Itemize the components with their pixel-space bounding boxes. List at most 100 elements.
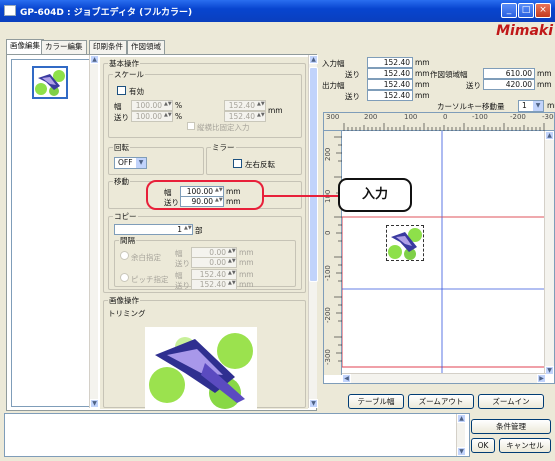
auto-width-unit: mm: [239, 248, 254, 257]
scale-title: スケール: [113, 69, 145, 80]
close-button[interactable]: ×: [535, 3, 551, 18]
ruler-tick-label: -300: [542, 113, 554, 121]
scroll-thumb[interactable]: [309, 67, 318, 282]
settings-scrollbar[interactable]: ▲ ▼: [308, 55, 318, 408]
zoom-in-button[interactable]: ズームイン: [478, 394, 544, 409]
scroll-right-arrow[interactable]: ▶: [537, 374, 546, 383]
scale-width-pct-input[interactable]: 100.00 ▲▼: [131, 100, 173, 111]
pitch-width-unit: mm: [239, 270, 254, 279]
scale-feed-pct-unit: %: [175, 112, 183, 121]
tab-image-edit[interactable]: 画像編集: [6, 39, 44, 54]
output-width-value: 152.40: [367, 79, 413, 90]
ruler-tick-label: -100: [324, 265, 332, 281]
job-editor-window: GP-604D : ジョブエディタ (フルカラー) _ □ × Mimaki 画…: [0, 0, 555, 461]
scroll-up-arrow[interactable]: ▲: [457, 414, 466, 423]
scale-width-mm-input[interactable]: 152.40 ▲▼: [224, 100, 266, 111]
ruler-tick-label: 200: [364, 113, 378, 121]
trimming-preview[interactable]: [145, 327, 257, 409]
copy-title: コピー: [113, 211, 138, 222]
logo-bar: [0, 22, 555, 38]
ok-button[interactable]: OK: [471, 438, 495, 453]
input-label: 入力: [322, 59, 337, 68]
input-width-value: 152.40: [367, 57, 413, 68]
minimize-button[interactable]: _: [501, 3, 517, 18]
settings-panel: 基本操作 スケール 有効 幅 送り 100.00 ▲▼ 100.00 ▲▼ % % …: [100, 57, 308, 409]
rotate-select[interactable]: OFF ▼: [114, 157, 147, 169]
output-feed-unit: mm: [415, 91, 430, 100]
ruler-tick-label: 200: [324, 147, 332, 161]
scroll-down-arrow[interactable]: ▼: [545, 366, 554, 375]
copy-unit: 部: [195, 226, 203, 235]
ruler-tick-label: -100: [472, 113, 488, 121]
canvas-hscrollbar[interactable]: ◀ ▶: [342, 373, 546, 383]
area-width-label: 幅: [460, 70, 468, 79]
spacing-title: 間隔: [119, 235, 136, 246]
spacing-pitch-radio[interactable]: [120, 273, 129, 282]
scroll-down-arrow[interactable]: ▼: [309, 399, 318, 408]
scroll-up-arrow[interactable]: ▲: [545, 131, 554, 140]
zoom-out-button[interactable]: ズームアウト: [408, 394, 474, 409]
auto-feed-unit: mm: [239, 258, 254, 267]
cursor-step-label: カーソルキー移動量: [437, 102, 505, 111]
tab-color-edit[interactable]: カラー編集: [41, 40, 87, 54]
move-highlight-frame: [146, 180, 264, 210]
title-bar: GP-604D : ジョブエディタ (フルカラー) _ □ ×: [0, 0, 555, 22]
maximize-button[interactable]: □: [518, 3, 534, 18]
cursor-step-unit: mm: [547, 101, 555, 110]
ruler-tick-label: -200: [510, 113, 526, 121]
output-feed-label: 送り: [345, 92, 360, 101]
spacing-pitch-label: ピッチ指定: [131, 275, 169, 284]
table-width-button[interactable]: テーブル幅: [348, 394, 404, 409]
placed-image[interactable]: [386, 225, 424, 261]
app-icon: [4, 5, 16, 16]
scale-width-label: 幅: [114, 102, 122, 111]
cancel-button[interactable]: キャンセル: [499, 438, 551, 453]
output-width-label: 幅: [337, 81, 345, 90]
scale-feed-pct-input[interactable]: 100.00 ▲▼: [131, 111, 173, 122]
drawing-area[interactable]: [342, 131, 546, 375]
thumbnail-scrollbar[interactable]: ▲ ▼: [89, 55, 99, 408]
ruler-tick-label: 0: [324, 230, 332, 235]
info-panel: 入力 出力 幅 送り 幅 送り 152.40 152.40 152.40 152…: [320, 56, 555, 114]
tab-print-conditions[interactable]: 印刷条件: [89, 40, 127, 54]
callout-line: [262, 195, 340, 197]
conditions-manager-button[interactable]: 条件管理: [471, 419, 551, 434]
trimming-label: トリミング: [108, 309, 146, 318]
area-width-unit: mm: [537, 69, 552, 78]
scale-feed-mm-input[interactable]: 152.40 ▲▼: [224, 111, 266, 122]
spacing-auto-radio[interactable]: [120, 251, 129, 260]
flip-horizontal-checkbox[interactable]: [233, 159, 242, 168]
image-thumbnail[interactable]: [32, 66, 68, 99]
pitch-feed-label: 送り: [175, 281, 190, 290]
scroll-down-arrow[interactable]: ▼: [457, 447, 466, 456]
spacing-auto-label: 余白指定: [131, 253, 161, 262]
scroll-down-arrow[interactable]: ▼: [90, 399, 99, 408]
input-feed-value: 152.40: [367, 68, 413, 79]
pitch-feed-input[interactable]: 152.40 ▲▼: [191, 279, 237, 290]
copy-count-input[interactable]: 1 ▲▼: [114, 224, 193, 235]
mimaki-logo: Mimaki: [496, 23, 553, 39]
scale-feed-label: 送り: [114, 113, 129, 122]
area-feed-unit: mm: [537, 80, 552, 89]
status-area: [4, 413, 470, 457]
layout-canvas[interactable]: 300 200 100 0 -100 -200 -300 200 100: [323, 112, 555, 384]
canvas-vscrollbar[interactable]: ▲ ▼: [544, 131, 554, 375]
ruler-tick-label: 100: [404, 113, 418, 121]
tab-drawing-area[interactable]: 作図領域: [127, 40, 165, 54]
cursor-step-select[interactable]: 1 ▼: [518, 100, 544, 112]
flip-horizontal-label: 左右反転: [245, 160, 275, 169]
scale-enable-checkbox[interactable]: [117, 86, 126, 95]
image-list[interactable]: [11, 59, 98, 407]
scroll-up-arrow[interactable]: ▲: [309, 55, 318, 64]
aspect-lock-checkbox[interactable]: [187, 122, 195, 130]
ruler-tick-label: 0: [443, 113, 448, 121]
pitch-feed-unit: mm: [239, 280, 254, 289]
scale-mm-unit: mm: [268, 106, 283, 115]
scroll-left-arrow[interactable]: ◀: [342, 374, 351, 383]
basic-ops-title: 基本操作: [108, 58, 140, 69]
auto-feed-input[interactable]: 0.00 ▲▼: [191, 257, 237, 268]
status-scrollbar[interactable]: ▲ ▼: [456, 414, 466, 456]
scroll-up-arrow[interactable]: ▲: [90, 55, 99, 64]
rotate-title: 回転: [113, 142, 130, 153]
aspect-lock-label: 縦横比固定入力: [197, 123, 250, 132]
